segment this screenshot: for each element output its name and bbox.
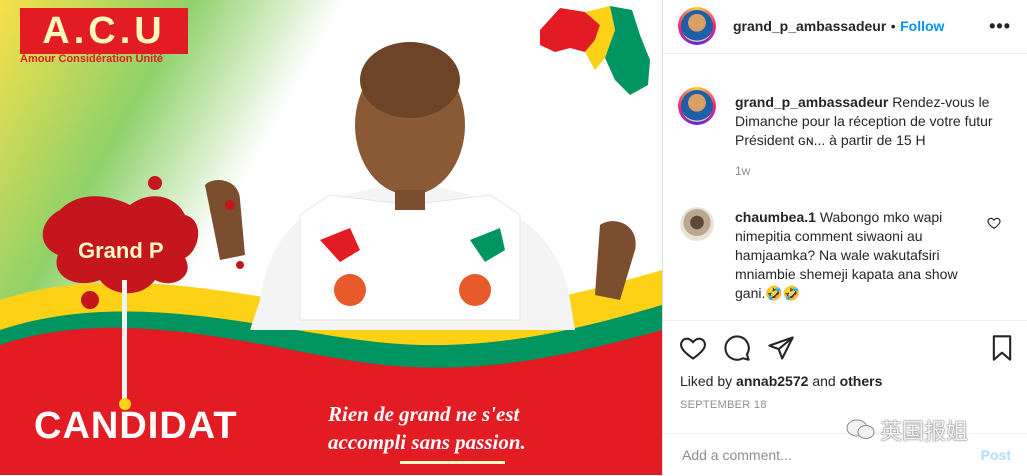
post-sidebar: grand_p_ambassadeur • Follow ••• grand_p… xyxy=(662,0,1027,475)
comments-section: grand_p_ambassadeur Rendez-vous le Diman… xyxy=(663,54,1027,319)
comment-body: chaumbea.1 Wabongo mko wapi nimepitia co… xyxy=(735,208,975,303)
caption: grand_p_ambassadeur Rendez-vous le Diman… xyxy=(735,93,1010,178)
add-comment-bar: Post xyxy=(663,433,1027,476)
post-image[interactable]: A.C.U Amour Considération Unité Grand P … xyxy=(0,0,662,475)
add-comment-input[interactable] xyxy=(680,446,944,464)
poster-slogan: Rien de grand ne s'est accompli sans pas… xyxy=(328,400,526,456)
more-horizontal-icon[interactable]: ••• xyxy=(989,16,1011,37)
likes-line: Liked by annab2572 and others xyxy=(680,373,882,389)
watermark-text: 英国报姐 xyxy=(880,420,969,445)
author-username[interactable]: grand_p_ambassadeur xyxy=(733,18,886,34)
slogan-line-2: accompli sans passion. xyxy=(328,430,526,454)
liked-by-and: and xyxy=(812,373,836,389)
separator-dot: • xyxy=(890,18,896,34)
slogan-line-1: Rien de grand ne s'est xyxy=(328,402,520,426)
poster-headline: CANDIDAT xyxy=(34,405,238,447)
liked-by-prefix: Liked by xyxy=(680,373,733,389)
follow-button[interactable]: Follow xyxy=(900,18,944,34)
comment-icon[interactable] xyxy=(723,334,751,362)
post-actions: Liked by annab2572 and others SEPTEMBER … xyxy=(663,320,1027,475)
wechat-icon xyxy=(846,419,875,439)
share-icon[interactable] xyxy=(767,334,795,362)
post-comment-button[interactable]: Post xyxy=(981,447,1011,463)
bookmark-icon[interactable] xyxy=(988,334,1016,362)
caption-body: grand_p_ambassadeur Rendez-vous le Diman… xyxy=(735,93,1010,150)
caption-avatar[interactable] xyxy=(678,87,716,125)
comment-item: chaumbea.1 Wabongo mko wapi nimepitia co… xyxy=(735,208,975,303)
comment-like-heart-icon[interactable] xyxy=(987,216,1001,230)
post-header: grand_p_ambassadeur • Follow ••• xyxy=(663,0,1027,54)
liked-by-others[interactable]: others xyxy=(840,373,883,389)
post-date[interactable]: SEPTEMBER 18 xyxy=(680,399,767,411)
stain-label: Grand P xyxy=(78,238,164,263)
liked-by-user[interactable]: annab2572 xyxy=(736,373,808,389)
caption-time[interactable]: 1w xyxy=(735,164,1010,178)
brand-subtitle: Amour Considération Unité xyxy=(20,53,164,65)
commenter-avatar[interactable] xyxy=(680,207,714,241)
brand-logo: A.C.U xyxy=(20,8,188,54)
heart-icon[interactable] xyxy=(679,334,707,362)
author-avatar[interactable] xyxy=(678,7,716,45)
comment-username[interactable]: chaumbea.1 xyxy=(735,209,816,225)
caption-username[interactable]: grand_p_ambassadeur xyxy=(735,94,888,110)
header-line: grand_p_ambassadeur • Follow xyxy=(733,18,944,36)
